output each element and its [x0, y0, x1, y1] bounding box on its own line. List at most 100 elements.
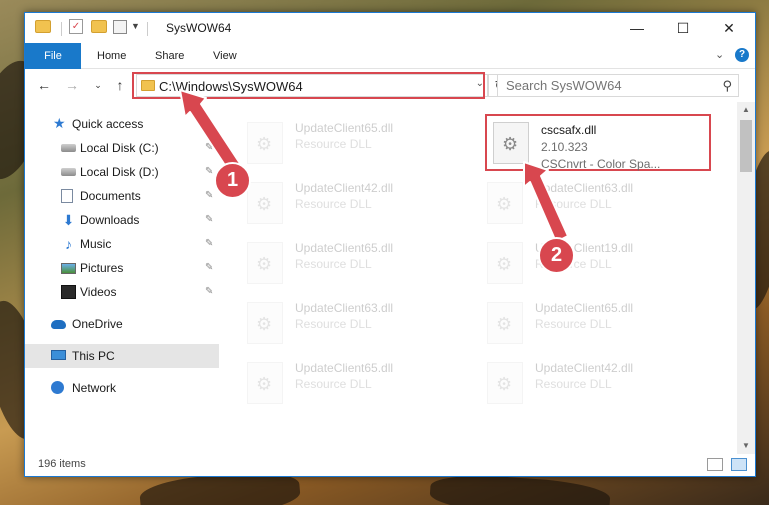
gear-icon: ⚙: [256, 314, 273, 334]
recent-locations-button[interactable]: ⌄: [89, 76, 107, 94]
minimize-button[interactable]: —: [614, 13, 660, 43]
search-input[interactable]: [506, 78, 706, 93]
file-description: CSCnvrt - Color Spa...: [541, 157, 661, 171]
drive-icon: [61, 168, 76, 176]
chevron-down-icon[interactable]: ▼: [131, 21, 140, 31]
pin-icon: ✎: [205, 262, 214, 273]
window-title: SysWOW64: [166, 21, 232, 35]
downloads-icon: ⬇: [62, 212, 75, 228]
gear-icon: ⚙: [256, 374, 273, 394]
help-icon[interactable]: ?: [735, 48, 749, 62]
sidebar-item-documents[interactable]: Documents ✎: [25, 184, 219, 208]
sidebar-item-label: Documents: [80, 189, 141, 203]
folder-icon: [35, 20, 51, 33]
file-item[interactable]: ⚙ UpdateClient63.dll Resource DLL: [459, 174, 689, 230]
title-bar: ✓ ▼ SysWOW64 — ☐ ✕: [25, 13, 755, 43]
file-item[interactable]: ⚙ UpdateClient65.dll Resource DLL: [459, 294, 689, 350]
scroll-up-icon[interactable]: ▲: [737, 102, 755, 118]
large-icons-view-icon[interactable]: [731, 458, 747, 471]
file-item[interactable]: ⚙ UpdateClient65.dll Resource DLL: [219, 234, 449, 290]
gear-icon: ⚙: [496, 254, 513, 274]
dll-file-icon: ⚙: [493, 122, 529, 164]
dll-file-icon: ⚙: [487, 182, 523, 224]
scrollbar-thumb[interactable]: [740, 120, 752, 172]
properties-icon[interactable]: ✓: [69, 19, 83, 34]
details-view-icon[interactable]: [707, 458, 723, 471]
sidebar-item-label: Network: [72, 381, 117, 395]
this-pc-icon: [51, 350, 66, 360]
file-name: UpdateClient65.dll: [295, 121, 394, 135]
search-icon[interactable]: ⚲: [722, 78, 732, 94]
sidebar-item-onedrive[interactable]: OneDrive: [25, 312, 219, 336]
sidebar-item-pictures[interactable]: Pictures ✎: [25, 256, 219, 280]
sidebar-item-local-disk-d[interactable]: Local Disk (D:) ✎: [25, 160, 219, 184]
sidebar-item-local-disk-c[interactable]: Local Disk (C:) ✎: [25, 136, 219, 160]
file-item[interactable]: ⚙ UpdateClient65.dll Resource DLL: [219, 114, 449, 170]
pin-icon: ✎: [205, 214, 214, 225]
close-button[interactable]: ✕: [706, 13, 752, 43]
tab-home[interactable]: Home: [87, 43, 136, 69]
scroll-down-icon[interactable]: ▼: [737, 438, 755, 454]
maximize-button[interactable]: ☐: [660, 13, 706, 43]
file-name: UpdateClient65.dll: [535, 301, 634, 315]
dll-file-icon: ⚙: [247, 362, 283, 404]
sidebar-item-downloads[interactable]: ⬇ Downloads ✎: [25, 208, 219, 232]
gear-icon: ⚙: [502, 134, 519, 154]
toolbar-divider: [147, 22, 148, 36]
forward-button[interactable]: →: [63, 76, 81, 94]
gear-icon: ⚙: [496, 314, 513, 334]
pin-icon: ✎: [205, 286, 214, 297]
file-item-cscsafx[interactable]: ⚙ cscsafx.dll 2.10.323 CSCnvrt - Color S…: [465, 114, 711, 171]
sidebar-item-this-pc[interactable]: This PC: [25, 344, 219, 368]
file-name: UpdateClient42.dll: [295, 181, 394, 195]
back-button[interactable]: ←: [35, 76, 53, 94]
item-count: 196 items: [38, 458, 86, 470]
file-type: Resource DLL: [535, 197, 612, 211]
gear-icon: ⚙: [256, 134, 273, 154]
expand-ribbon-icon[interactable]: ⌄: [715, 48, 724, 61]
sidebar-item-label: OneDrive: [72, 317, 123, 331]
customize-toolbar-icon[interactable]: [113, 20, 127, 34]
dll-file-icon: ⚙: [247, 122, 283, 164]
dll-file-icon: ⚙: [247, 182, 283, 224]
gear-icon: ⚙: [496, 374, 513, 394]
tab-share[interactable]: Share: [145, 43, 194, 69]
search-box[interactable]: ⚲: [497, 74, 739, 97]
up-button[interactable]: ↑: [111, 76, 129, 94]
sidebar-item-videos[interactable]: Videos ✎: [25, 280, 219, 304]
file-type: Resource DLL: [535, 377, 612, 391]
sidebar-item-music[interactable]: ♪ Music ✎: [25, 232, 219, 256]
file-type: Resource DLL: [295, 377, 372, 391]
star-icon: ★: [53, 115, 66, 131]
sidebar-item-quick-access[interactable]: ★ Quick access: [25, 112, 219, 136]
file-type: Resource DLL: [295, 197, 372, 211]
sidebar-item-label: This PC: [72, 349, 115, 363]
file-item[interactable]: ⚙ UpdateClient65.dll Resource DLL: [219, 354, 449, 410]
file-item[interactable]: ⚙ UpdateClient19.dll Resource DLL: [459, 234, 689, 290]
status-bar: 196 items: [25, 454, 755, 476]
file-item[interactable]: ⚙ UpdateClient42.dll Resource DLL: [459, 354, 689, 410]
dll-file-icon: ⚙: [487, 302, 523, 344]
sidebar-item-network[interactable]: Network: [25, 376, 219, 400]
file-name: UpdateClient42.dll: [535, 361, 634, 375]
pin-icon: ✎: [205, 166, 214, 177]
step-2-badge: 2: [538, 237, 575, 274]
dll-file-icon: ⚙: [247, 242, 283, 284]
dll-file-icon: ⚙: [487, 362, 523, 404]
file-name: UpdateClient63.dll: [295, 301, 394, 315]
tab-file[interactable]: File: [25, 43, 81, 69]
tab-view[interactable]: View: [203, 43, 247, 69]
sidebar-item-label: Quick access: [72, 117, 144, 131]
new-folder-icon[interactable]: [91, 20, 107, 33]
pin-icon: ✎: [205, 190, 214, 201]
vertical-scrollbar[interactable]: ▲ ▼: [737, 102, 755, 454]
file-item[interactable]: ⚙ UpdateClient42.dll Resource DLL: [219, 174, 449, 230]
sidebar-item-label: Downloads: [80, 213, 140, 227]
sidebar-item-label: Videos: [80, 285, 117, 299]
onedrive-icon: [51, 320, 66, 329]
sidebar-item-label: Local Disk (C:): [80, 141, 159, 155]
file-item[interactable]: ⚙ UpdateClient63.dll Resource DLL: [219, 294, 449, 350]
sidebar-item-label: Local Disk (D:): [80, 165, 159, 179]
file-name: UpdateClient63.dll: [535, 181, 634, 195]
documents-icon: [61, 189, 73, 203]
